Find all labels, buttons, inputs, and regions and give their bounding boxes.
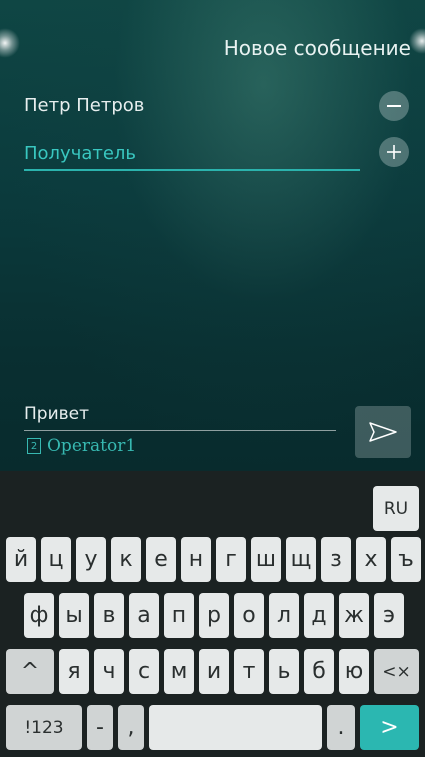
operator-name: Operator1 [47, 436, 137, 456]
backspace-key[interactable]: <× [374, 649, 419, 694]
key[interactable]: б [304, 649, 334, 694]
language-key[interactable]: RU [373, 486, 419, 531]
shift-key[interactable]: ^ [6, 649, 54, 694]
send-icon [369, 422, 397, 442]
key[interactable]: м [164, 649, 194, 694]
page-title: Новое сообщение [223, 36, 411, 60]
background [0, 0, 425, 470]
symbols-key[interactable]: !123 [6, 705, 82, 750]
key[interactable]: э [374, 593, 404, 638]
key[interactable]: ж [339, 593, 369, 638]
key[interactable]: ы [59, 593, 89, 638]
add-contact-button[interactable] [379, 137, 409, 167]
key[interactable]: ю [339, 649, 369, 694]
enter-key[interactable]: > [360, 705, 419, 750]
contact-chip[interactable]: Петр Петров [24, 95, 144, 116]
recipient-input[interactable]: Получатель [24, 143, 136, 164]
message-underline [24, 430, 336, 431]
key[interactable]: н [181, 537, 211, 582]
comma-key[interactable]: , [118, 705, 144, 750]
period-key[interactable]: . [327, 705, 355, 750]
message-input[interactable]: Привет [24, 404, 89, 424]
sim-selector[interactable]: 2 Operator1 [27, 436, 136, 456]
key[interactable]: а [129, 593, 159, 638]
key[interactable]: ч [94, 649, 124, 694]
key[interactable]: в [94, 593, 124, 638]
key[interactable]: е [146, 537, 176, 582]
key[interactable]: ц [41, 537, 71, 582]
key[interactable]: и [199, 649, 229, 694]
key[interactable]: ш [251, 537, 281, 582]
key[interactable]: з [321, 537, 351, 582]
dash-key[interactable]: - [87, 705, 113, 750]
recipient-underline [24, 169, 360, 171]
key[interactable]: ь [269, 649, 299, 694]
send-button[interactable] [355, 406, 411, 458]
key[interactable]: х [356, 537, 386, 582]
key[interactable]: т [234, 649, 264, 694]
key[interactable]: п [164, 593, 194, 638]
key[interactable]: д [304, 593, 334, 638]
key[interactable]: у [76, 537, 106, 582]
key[interactable]: ф [24, 593, 54, 638]
minus-icon [387, 105, 401, 107]
spacebar-key[interactable] [149, 705, 322, 750]
keyboard: RU й ц у к е н г ш щ з х ъ ф ы в а п р о… [0, 471, 425, 757]
key[interactable]: к [111, 537, 141, 582]
key[interactable]: щ [286, 537, 316, 582]
key[interactable]: р [199, 593, 229, 638]
key[interactable]: л [269, 593, 299, 638]
key[interactable]: г [216, 537, 246, 582]
key[interactable]: я [59, 649, 89, 694]
key[interactable]: с [129, 649, 159, 694]
plus-icon [387, 145, 401, 159]
key[interactable]: о [234, 593, 264, 638]
key[interactable]: ъ [391, 537, 421, 582]
sim-slot-icon: 2 [27, 438, 41, 454]
key[interactable]: й [6, 537, 36, 582]
remove-contact-button[interactable] [379, 91, 409, 121]
